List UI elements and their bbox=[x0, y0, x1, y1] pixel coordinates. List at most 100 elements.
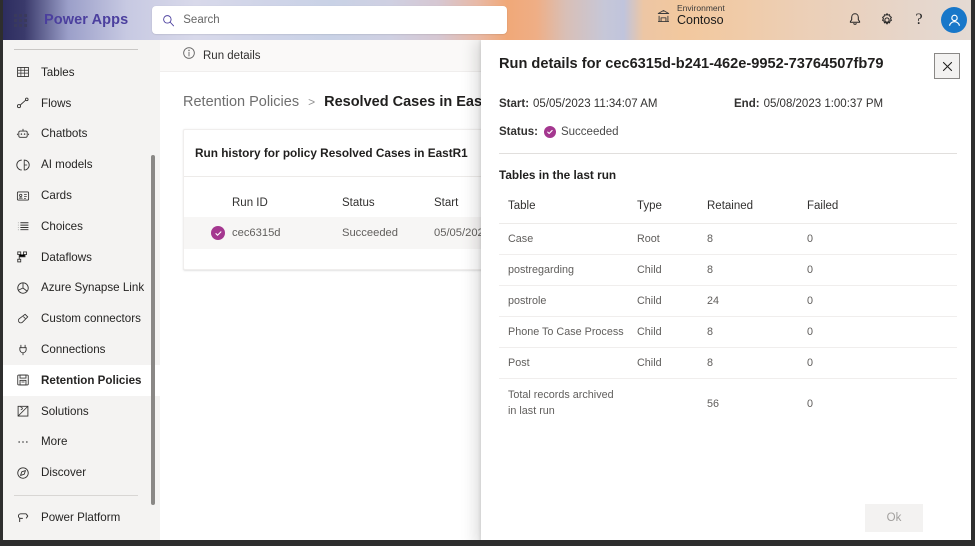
status-row: Status: Succeeded bbox=[499, 126, 957, 138]
cell-table: postrole bbox=[499, 285, 637, 317]
cell-type: Child bbox=[637, 347, 707, 379]
column-header-status[interactable]: Status bbox=[342, 177, 434, 217]
search-box[interactable]: Search bbox=[152, 6, 508, 34]
start-value: 05/05/2023 11:34:07 AM bbox=[533, 98, 658, 110]
sidebar-item-label: Retention Policies bbox=[41, 373, 142, 387]
window-border-right bbox=[971, 0, 975, 546]
table-row-total: Total records archived in last run 56 0 bbox=[499, 379, 957, 429]
settings-button[interactable] bbox=[872, 5, 902, 35]
cell-retained: 24 bbox=[707, 285, 807, 317]
sidebar-item-flows[interactable]: Flows bbox=[0, 88, 160, 119]
sidebar-item-chatbots[interactable]: Chatbots bbox=[0, 119, 160, 150]
sidebar-item-tables[interactable]: Tables bbox=[0, 57, 160, 88]
column-header-run-id[interactable]: Run ID bbox=[232, 177, 342, 217]
synapse-icon bbox=[14, 279, 32, 297]
cell-type: Child bbox=[637, 285, 707, 317]
cell-table: Phone To Case Process bbox=[499, 316, 637, 348]
start-time: Start: 05/05/2023 11:34:07 AM bbox=[499, 98, 734, 110]
waffle-icon bbox=[13, 13, 27, 27]
dataflow-icon bbox=[14, 248, 32, 266]
brand-title[interactable]: Power Apps bbox=[44, 12, 128, 28]
account-avatar[interactable] bbox=[941, 7, 967, 33]
app-launcher-button[interactable] bbox=[0, 0, 40, 40]
sidebar-top-divider bbox=[14, 49, 138, 50]
close-icon[interactable] bbox=[934, 53, 960, 79]
run-details-button[interactable]: Run details bbox=[178, 43, 265, 69]
breadcrumb-parent[interactable]: Retention Policies bbox=[183, 94, 299, 110]
sidebar-item-azure-synapse-link[interactable]: Azure Synapse Link bbox=[0, 273, 160, 304]
solution-icon bbox=[14, 402, 32, 420]
sidebar-item-discover[interactable]: Discover bbox=[0, 457, 160, 488]
table-row: postrole Child 24 0 bbox=[499, 285, 957, 317]
help-button[interactable]: ? bbox=[904, 5, 934, 35]
cell-failed: 0 bbox=[807, 397, 814, 410]
run-details-panel: Run details for cec6315d-b241-462e-9952-… bbox=[481, 40, 975, 546]
sidebar-item-label: More bbox=[41, 435, 68, 449]
person-icon bbox=[948, 14, 960, 26]
environment-picker[interactable]: Environment Contoso bbox=[655, 3, 725, 28]
sidebar-item-label: Discover bbox=[41, 466, 87, 480]
sidebar-item-power-platform[interactable]: Power Platform bbox=[0, 502, 160, 533]
cell-failed: 0 bbox=[807, 316, 957, 348]
sidebar-item-custom-connectors[interactable]: Custom connectors bbox=[0, 303, 160, 334]
sidebar-item-more[interactable]: More bbox=[0, 427, 160, 458]
sidebar-scrollbar[interactable] bbox=[151, 155, 155, 505]
status-badge: Succeeded bbox=[560, 126, 619, 138]
power-apps-window: Power Apps Search Environment Contoso ? … bbox=[0, 0, 975, 546]
cell-table: postregarding bbox=[499, 254, 637, 286]
row-status-icon-cell bbox=[184, 217, 232, 249]
retention-policy-icon bbox=[14, 371, 32, 389]
bell-icon bbox=[849, 13, 861, 25]
breadcrumb-separator-icon: > bbox=[308, 95, 316, 109]
notifications-button[interactable] bbox=[840, 5, 870, 35]
table-icon bbox=[14, 63, 32, 81]
question-mark-icon: ? bbox=[915, 11, 923, 28]
table-row: Phone To Case Process Child 8 0 bbox=[499, 316, 957, 348]
sidebar-item-ai-models[interactable]: AI models bbox=[0, 149, 160, 180]
sidebar-item-choices[interactable]: Choices bbox=[0, 211, 160, 242]
sidebar-item-cards[interactable]: Cards bbox=[0, 180, 160, 211]
sidebar-item-label: Connections bbox=[41, 343, 106, 357]
card-icon bbox=[14, 187, 32, 205]
cell-run-id: cec6315d bbox=[232, 227, 281, 239]
environment-label: Environment bbox=[677, 3, 725, 13]
sidebar-item-label: Choices bbox=[41, 219, 83, 233]
ai-model-icon bbox=[14, 156, 32, 174]
breadcrumb-current: Resolved Cases in EastR1 bbox=[324, 94, 506, 110]
header-actions: ? bbox=[840, 0, 967, 40]
column-header-table: Table bbox=[499, 200, 637, 224]
panel-body: Start: 05/05/2023 11:34:07 AM End: 05/08/2… bbox=[481, 86, 975, 490]
cell-type: Child bbox=[637, 316, 707, 348]
panel-divider bbox=[499, 153, 957, 154]
sidebar-item-solutions[interactable]: Solutions bbox=[0, 396, 160, 427]
app-header: Power Apps Search Environment Contoso ? bbox=[0, 0, 975, 40]
table-row: Case Root 8 0 bbox=[499, 223, 957, 255]
cell-failed: 0 bbox=[807, 223, 957, 255]
chatbot-icon bbox=[14, 125, 32, 143]
sidebar-item-connections[interactable]: Connections bbox=[0, 334, 160, 365]
custom-connector-icon bbox=[14, 310, 32, 328]
cell-failed: 0 bbox=[807, 254, 957, 286]
search-input-placeholder[interactable]: Search bbox=[183, 14, 219, 26]
panel-header: Run details for cec6315d-b241-462e-9952-… bbox=[481, 40, 975, 86]
succeeded-check-icon bbox=[543, 126, 556, 138]
column-header-type: Type bbox=[637, 200, 707, 224]
ok-button[interactable]: Ok bbox=[865, 504, 923, 532]
sidebar-item-label: AI models bbox=[41, 158, 93, 172]
sidebar-item-label: Chatbots bbox=[41, 127, 88, 141]
sidebar-item-dataflows[interactable]: Dataflows bbox=[0, 242, 160, 273]
table-row: postregarding Child 8 0 bbox=[499, 254, 957, 286]
search-icon bbox=[162, 14, 175, 27]
more-ellipsis-icon bbox=[14, 433, 32, 451]
choices-icon bbox=[14, 217, 32, 235]
cell-retained: 8 bbox=[707, 347, 807, 379]
power-platform-icon bbox=[14, 509, 32, 527]
status-label: Status: bbox=[499, 126, 538, 138]
sidebar-item-retention-policies[interactable]: Retention Policies bbox=[0, 364, 160, 396]
cell-failed: 0 bbox=[807, 347, 957, 379]
cell-table: Post bbox=[499, 347, 637, 379]
tables-section-title: Tables in the last run bbox=[499, 168, 617, 182]
flow-icon bbox=[14, 94, 32, 112]
connection-icon bbox=[14, 341, 32, 359]
start-label: Start: bbox=[499, 98, 530, 110]
